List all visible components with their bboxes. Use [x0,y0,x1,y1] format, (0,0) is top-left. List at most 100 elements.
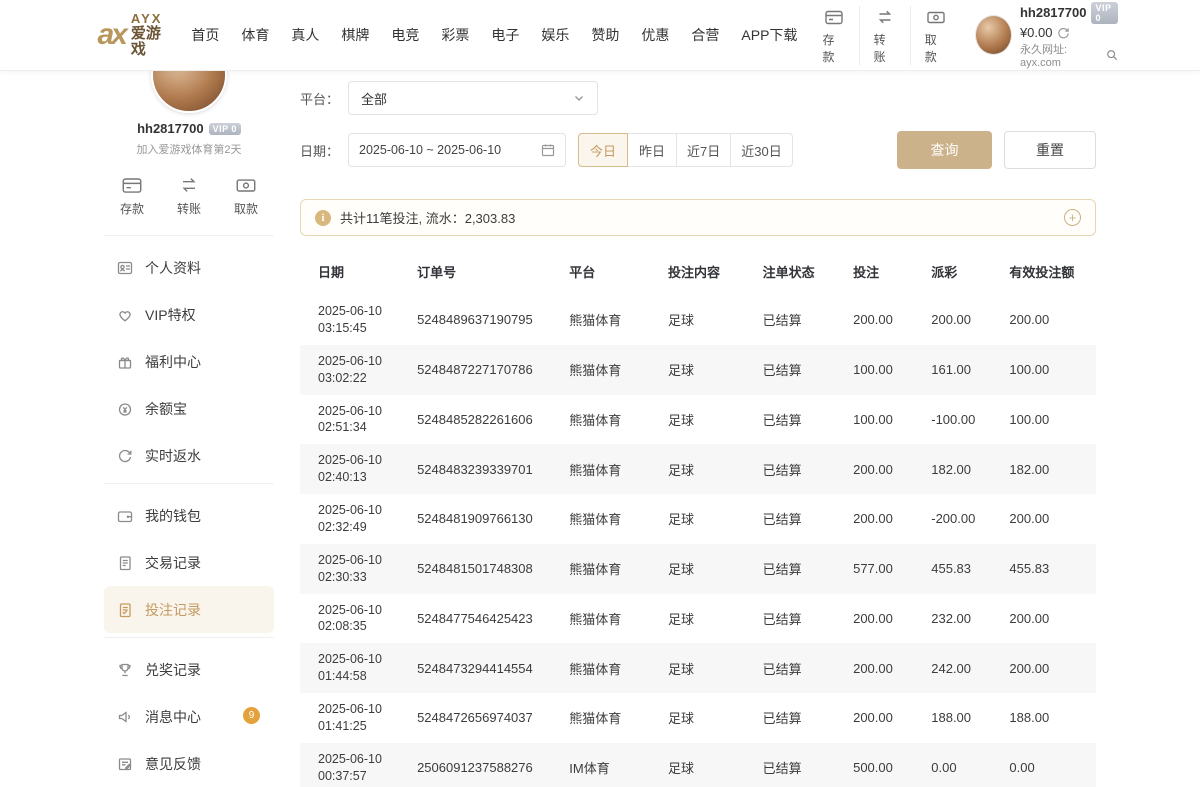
info-icon: i [315,210,331,226]
cell-bet: 200.00 [847,594,925,644]
search-icon[interactable] [1106,49,1118,61]
sidebar-item-prize-records[interactable]: 兑奖记录 [104,646,274,693]
cell-content: 足球 [662,643,757,693]
menu-label: 兑奖记录 [145,660,201,680]
sidebar-item-feedback[interactable]: 意见反馈 [104,740,274,787]
deposit-button[interactable]: 存款 [808,6,858,65]
sidebar-item-profile[interactable]: 个人资料 [104,244,274,291]
cell-platform: 熊猫体育 [563,345,662,395]
sidebar-vip-badge: VIP 0 [209,123,241,135]
nav-lottery[interactable]: 彩票 [430,25,480,45]
date-range-input[interactable]: 2025-06-10 ~ 2025-06-10 [348,133,566,167]
cell-payout: -100.00 [925,395,1003,445]
cell-order: 5248473294414554 [411,643,563,693]
cell-status: 已结算 [757,295,848,345]
cell-bet: 100.00 [847,345,925,395]
cell-date: 2025-06-1001:44:58 [300,643,411,693]
platform-select[interactable]: 全部 [348,81,598,115]
cell-payout: -200.00 [925,494,1003,544]
cell-date: 2025-06-1002:08:35 [300,594,411,644]
cell-content: 足球 [662,494,757,544]
cell-valid: 100.00 [1003,395,1096,445]
cell-content: 足球 [662,345,757,395]
nav-affiliate[interactable]: 合营 [680,25,730,45]
sidebar-item-rebate[interactable]: 实时返水 [104,432,274,479]
cell-status: 已结算 [757,693,848,743]
date-range-value: 2025-06-10 ~ 2025-06-10 [359,143,501,157]
sidebar-transfer-button[interactable]: 转账 [171,173,207,217]
sidebar-item-bet-records[interactable]: 投注记录 [104,586,274,633]
cell-content: 足球 [662,395,757,445]
sidebar-item-vip[interactable]: VIP特权 [104,291,274,338]
nav-esports[interactable]: 电竞 [380,25,430,45]
range-today-button[interactable]: 今日 [578,133,628,167]
range-yesterday-button[interactable]: 昨日 [627,133,677,167]
transfer-icon [874,6,896,28]
summary-text: 共计11笔投注, 流水：2,303.83 [340,208,515,227]
nav-slots[interactable]: 电子 [480,25,530,45]
cell-valid: 200.00 [1003,594,1096,644]
nav-sports[interactable]: 体育 [230,25,280,45]
range-30days-button[interactable]: 近30日 [730,133,792,167]
expand-icon[interactable]: + [1064,209,1081,226]
feedback-icon [116,755,134,773]
nav-promo[interactable]: 优惠 [630,25,680,45]
table-row: 2025-06-1001:41:25 5248472656974037 熊猫体育… [300,693,1096,743]
cell-order: 2506091237588276 [411,743,563,787]
divider [104,637,274,638]
cell-valid: 182.00 [1003,444,1096,494]
bet-records-icon [116,601,134,619]
coin-icon [116,400,134,418]
nav-sponsor[interactable]: 赞助 [580,25,630,45]
cell-content: 足球 [662,594,757,644]
nav-chess[interactable]: 棋牌 [330,25,380,45]
menu-label: 个人资料 [145,258,201,278]
table-row: 2025-06-1003:02:22 5248487227170786 熊猫体育… [300,345,1096,395]
sidebar-item-transactions[interactable]: 交易记录 [104,539,274,586]
cell-status: 已结算 [757,395,848,445]
cell-content: 足球 [662,693,757,743]
profile-icon [116,259,134,277]
refresh-balance-icon[interactable] [1057,26,1070,39]
calendar-icon [541,143,555,157]
sidebar-menu: 个人资料 VIP特权 福利中心 [104,244,274,787]
withdraw-button[interactable]: 取款 [910,6,961,65]
cell-status: 已结算 [757,594,848,644]
sidebar-item-messages[interactable]: 消息中心 9 [104,693,274,740]
sidebar-deposit-button[interactable]: 存款 [114,173,150,217]
query-button[interactable]: 查询 [897,131,992,169]
nav-live[interactable]: 真人 [280,25,330,45]
cell-status: 已结算 [757,743,848,787]
col-platform: 平台 [563,250,662,295]
deposit-icon [823,6,845,28]
col-bet: 投注 [847,250,925,295]
sidebar-withdraw-button[interactable]: 取款 [228,173,264,217]
transfer-button[interactable]: 转账 [859,6,910,65]
cell-order: 5248481501748308 [411,544,563,594]
nav-app-download[interactable]: APP下载 [730,25,808,45]
sidebar-item-yuebao[interactable]: 余额宝 [104,385,274,432]
col-status: 注单状态 [757,250,848,295]
nav-home[interactable]: 首页 [180,25,230,45]
table-row: 2025-06-1002:40:13 5248483239339701 熊猫体育… [300,444,1096,494]
sidebar-item-wallet[interactable]: 我的钱包 [104,492,274,539]
cell-date: 2025-06-1003:02:22 [300,345,411,395]
range-7days-button[interactable]: 近7日 [676,133,731,167]
col-order: 订单号 [411,250,563,295]
sidebar: hh2817700 VIP 0 加入爱游戏体育第2天 存款 转账 [104,71,274,787]
cell-order: 5248477546425423 [411,594,563,644]
user-avatar[interactable] [975,15,1012,55]
main-nav: 首页 体育 真人 棋牌 电竞 彩票 电子 娱乐 赞助 优惠 合营 APP下载 [180,25,808,45]
cell-content: 足球 [662,444,757,494]
cell-valid: 100.00 [1003,345,1096,395]
logo-line2: 爱游戏 [131,26,163,58]
reset-button[interactable]: 重置 [1004,131,1096,169]
top-header: ax AYX 爱游戏 首页 体育 真人 棋牌 电竞 彩票 电子 娱乐 赞助 优惠… [0,0,1200,71]
col-content: 投注内容 [662,250,757,295]
cell-bet: 200.00 [847,494,925,544]
sidebar-item-welfare[interactable]: 福利中心 [104,338,274,385]
site-logo[interactable]: ax AYX 爱游戏 [98,12,163,57]
nav-entertainment[interactable]: 娱乐 [530,25,580,45]
cell-valid: 455.83 [1003,544,1096,594]
date-label: 日期： [300,141,348,160]
